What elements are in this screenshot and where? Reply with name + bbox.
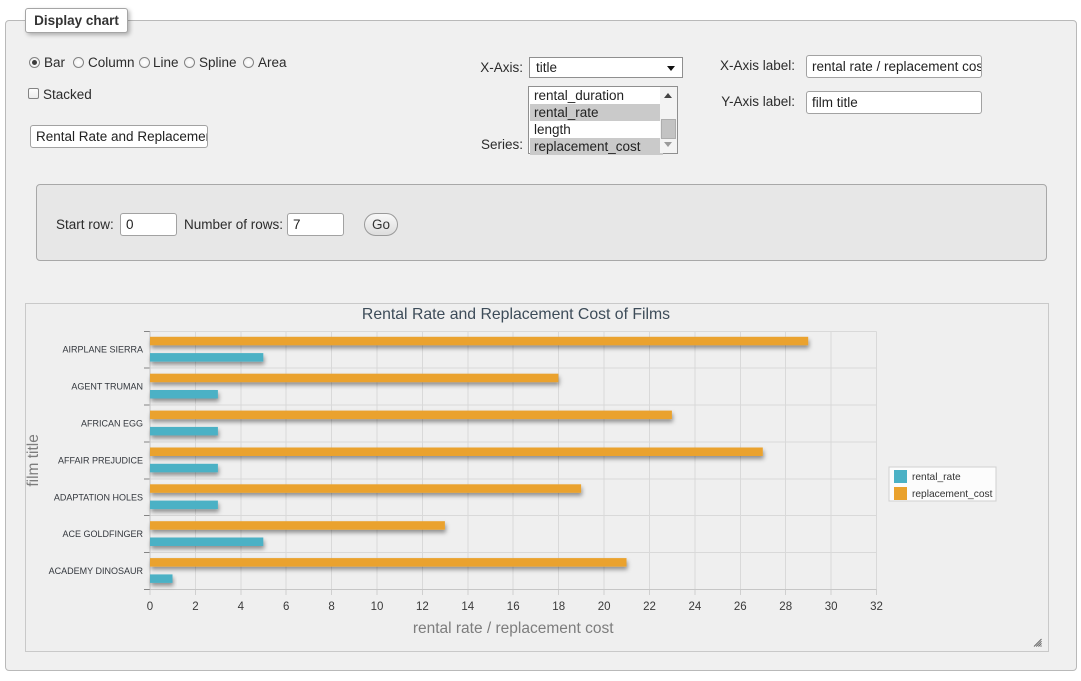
svg-text:6: 6	[283, 601, 289, 613]
svg-text:28: 28	[779, 601, 792, 613]
svg-text:4: 4	[238, 601, 245, 613]
svg-text:24: 24	[689, 601, 702, 613]
svg-text:ADAPTATION HOLES: ADAPTATION HOLES	[54, 492, 143, 502]
svg-text:rental_rate: rental_rate	[912, 472, 961, 483]
svg-text:10: 10	[371, 601, 384, 613]
svg-text:film title: film title	[25, 434, 42, 487]
svg-text:0: 0	[147, 601, 153, 613]
svg-text:12: 12	[416, 601, 429, 613]
svg-text:26: 26	[734, 601, 747, 613]
svg-text:AFRICAN EGG: AFRICAN EGG	[81, 419, 143, 429]
svg-text:replacement_cost: replacement_cost	[912, 489, 993, 500]
svg-text:AGENT TRUMAN: AGENT TRUMAN	[71, 382, 143, 392]
svg-text:ACE GOLDFINGER: ACE GOLDFINGER	[62, 529, 143, 539]
svg-text:22: 22	[643, 601, 656, 613]
svg-text:rental rate / replacement cost: rental rate / replacement cost	[413, 620, 614, 637]
svg-text:AIRPLANE SIERRA: AIRPLANE SIERRA	[62, 345, 143, 355]
svg-text:16: 16	[507, 601, 520, 613]
svg-text:Rental Rate and Replacement Co: Rental Rate and Replacement Cost of Film…	[362, 306, 670, 323]
svg-text:20: 20	[598, 601, 611, 613]
svg-text:8: 8	[328, 601, 334, 613]
svg-text:2: 2	[192, 601, 198, 613]
svg-text:18: 18	[552, 601, 565, 613]
svg-text:ACADEMY DINOSAUR: ACADEMY DINOSAUR	[49, 566, 144, 576]
svg-text:AFFAIR PREJUDICE: AFFAIR PREJUDICE	[58, 455, 143, 465]
svg-text:30: 30	[825, 601, 838, 613]
svg-text:32: 32	[870, 601, 883, 613]
svg-text:14: 14	[461, 601, 474, 613]
